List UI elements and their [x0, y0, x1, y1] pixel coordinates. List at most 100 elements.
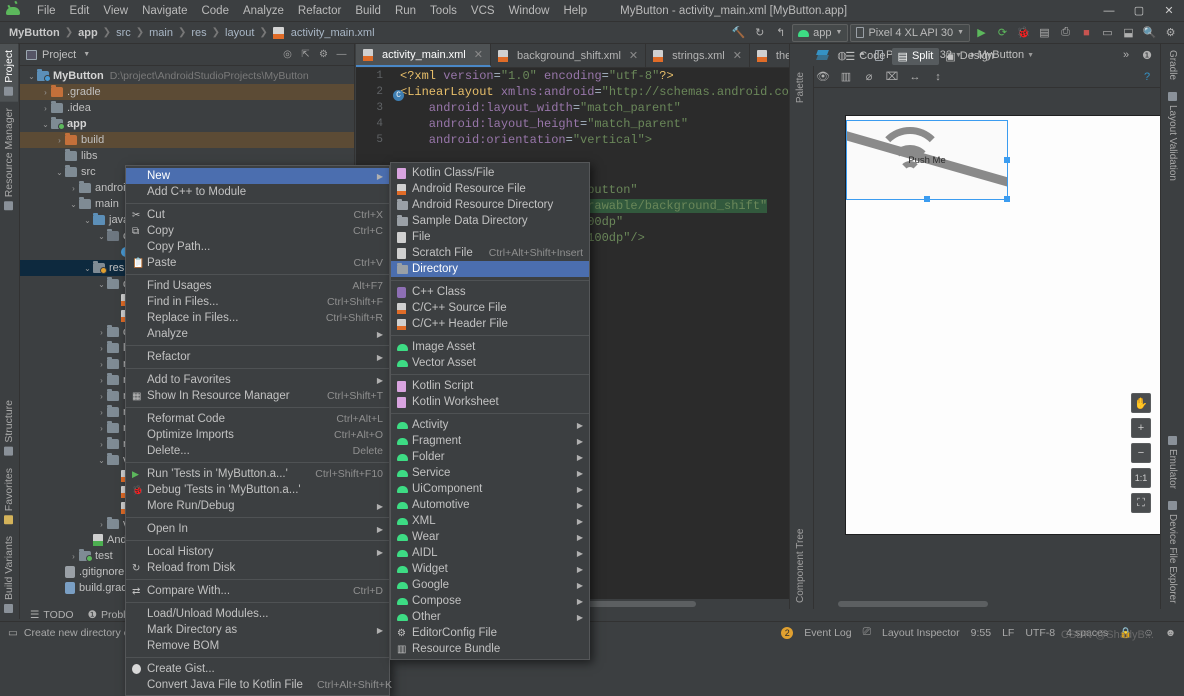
- menu-item-compose[interactable]: Compose▶: [391, 593, 589, 609]
- file-encoding[interactable]: UTF-8: [1025, 627, 1055, 639]
- menu-item-find-in-files[interactable]: Find in Files...Ctrl+Shift+F: [126, 294, 389, 310]
- menu-item-debug-tests-in-mybutton-a[interactable]: 🐞Debug 'Tests in 'MyButton.a...': [126, 482, 389, 498]
- breadcrumb-mybutton[interactable]: MyButton: [6, 27, 63, 39]
- chevron-right-icon[interactable]: ›: [40, 88, 51, 97]
- breadcrumb-src[interactable]: src: [113, 27, 134, 39]
- attach-debugger-icon[interactable]: ⎙: [1056, 23, 1075, 42]
- pan-tool-icon[interactable]: ✋: [1131, 393, 1151, 413]
- menu-item-find-usages[interactable]: Find UsagesAlt+F7: [126, 278, 389, 294]
- bottom-tab-todo[interactable]: ☰ TODO: [30, 609, 74, 621]
- overflow-icon[interactable]: »: [1119, 48, 1133, 62]
- menu-item-file[interactable]: File: [391, 229, 589, 245]
- menu-item-copy-path[interactable]: Copy Path...: [126, 239, 389, 255]
- menu-item-c-c-source-file[interactable]: C/C++ Source File: [391, 300, 589, 316]
- menu-item-uicomponent[interactable]: UiComponent▶: [391, 481, 589, 497]
- apply-changes-icon[interactable]: ⟳: [993, 23, 1012, 42]
- zoom-fit-button[interactable]: ⛶: [1131, 493, 1151, 513]
- menu-item-automotive[interactable]: Automotive▶: [391, 497, 589, 513]
- minimize-button[interactable]: —: [1094, 0, 1124, 22]
- context-menu[interactable]: New▶Add C++ to Module✂CutCtrl+X⧉CopyCtrl…: [125, 165, 390, 696]
- menu-item-c-c-header-file[interactable]: C/C++ Header File: [391, 316, 589, 332]
- stop-button[interactable]: ■: [1077, 23, 1096, 42]
- menu-vcs[interactable]: VCS: [464, 2, 502, 20]
- palette-tab[interactable]: Palette: [790, 66, 811, 109]
- sdk-manager-icon[interactable]: ⬓: [1119, 23, 1138, 42]
- chevron-down-icon[interactable]: ⌄: [82, 216, 93, 225]
- menu-item-service[interactable]: Service▶: [391, 465, 589, 481]
- menu-item-replace-in-files[interactable]: Replace in Files...Ctrl+Shift+R: [126, 310, 389, 326]
- menu-item-image-asset[interactable]: Image Asset: [391, 339, 589, 355]
- menu-run[interactable]: Run: [388, 2, 423, 20]
- sidebar-item-favorites[interactable]: Favorites: [0, 462, 18, 530]
- menu-item-sample-data-directory[interactable]: Sample Data Directory: [391, 213, 589, 229]
- line-separator[interactable]: LF: [1002, 627, 1014, 639]
- gear-icon[interactable]: ⚙: [316, 47, 331, 62]
- menu-item-more-run-debug[interactable]: More Run/Debug▶: [126, 498, 389, 514]
- menu-help[interactable]: Help: [556, 2, 594, 20]
- menu-item-copy[interactable]: ⧉CopyCtrl+C: [126, 223, 389, 239]
- caret-position[interactable]: 9:55: [971, 627, 991, 639]
- menu-item-directory[interactable]: Directory: [391, 261, 589, 277]
- resize-handle-right[interactable]: [1004, 157, 1010, 163]
- breadcrumb-main[interactable]: main: [146, 27, 176, 39]
- device-selector[interactable]: Pixel 4 XL API 30 ▼: [850, 24, 970, 42]
- menu-item-wear[interactable]: Wear▶: [391, 529, 589, 545]
- menu-item-show-in-resource-manager[interactable]: ▦Show In Resource ManagerCtrl+Shift+T: [126, 388, 389, 404]
- tree-node[interactable]: ›.gradle: [20, 84, 354, 100]
- menu-item-run-tests-in-mybutton-a[interactable]: ▶Run 'Tests in 'MyButton.a...'Ctrl+Shift…: [126, 466, 389, 482]
- chevron-right-icon[interactable]: ›: [68, 184, 79, 193]
- menu-item-kotlin-worksheet[interactable]: Kotlin Worksheet: [391, 394, 589, 410]
- menu-item-paste[interactable]: 📋PasteCtrl+V: [126, 255, 389, 271]
- menu-item-android-resource-directory[interactable]: Android Resource Directory: [391, 197, 589, 213]
- scrollbar-thumb[interactable]: [838, 601, 988, 607]
- design-canvas[interactable]: Push Me ✋ + − 1:1 ⛶: [814, 88, 1160, 609]
- chevron-down-icon[interactable]: ⌄: [26, 72, 37, 81]
- menu-item-kotlin-script[interactable]: Kotlin Script: [391, 378, 589, 394]
- menu-item-reload-from-disk[interactable]: ↻Reload from Disk: [126, 560, 389, 576]
- menu-item-c-class[interactable]: C++ Class: [391, 284, 589, 300]
- menu-item-editorconfig-file[interactable]: ⚙EditorConfig File: [391, 625, 589, 641]
- resize-handle-bottom[interactable]: [924, 196, 930, 202]
- close-tab-icon[interactable]: ✕: [474, 48, 483, 61]
- new-submenu[interactable]: Kotlin Class/FileAndroid Resource FileAn…: [390, 162, 590, 660]
- menu-item-refactor[interactable]: Refactor▶: [126, 349, 389, 365]
- search-icon[interactable]: 🔍: [1140, 23, 1159, 42]
- sidebar-item-structure[interactable]: Structure: [0, 394, 18, 462]
- menu-item-compare-with[interactable]: ⇄Compare With...Ctrl+D: [126, 583, 389, 599]
- chevron-right-icon[interactable]: ›: [40, 104, 51, 113]
- editor-tab[interactable]: activity_main.xml✕: [356, 44, 491, 67]
- close-tab-icon[interactable]: ✕: [733, 49, 742, 62]
- debug-button[interactable]: 🐞: [1014, 23, 1033, 42]
- sidebar-item-layout-validation[interactable]: Layout Validation: [1161, 86, 1184, 187]
- clear-constraints-icon[interactable]: ⌧: [885, 70, 899, 84]
- gutter-marker-icon[interactable]: C: [393, 90, 404, 101]
- profile-icon[interactable]: ▤: [1035, 23, 1054, 42]
- settings-gear-icon[interactable]: ⚙: [1161, 23, 1180, 42]
- menu-view[interactable]: View: [96, 2, 135, 20]
- menu-item-aidl[interactable]: AIDL▶: [391, 545, 589, 561]
- chevron-down-icon[interactable]: ⌄: [68, 200, 79, 209]
- avd-manager-icon[interactable]: ▭: [1098, 23, 1117, 42]
- target-icon[interactable]: ◎: [280, 47, 295, 62]
- menu-item-delete[interactable]: Delete...Delete: [126, 443, 389, 459]
- resize-handle-bottom-right[interactable]: [1004, 196, 1010, 202]
- design-surface-icon[interactable]: [816, 50, 829, 61]
- sidebar-item-resource-manager[interactable]: Resource Manager: [0, 102, 18, 216]
- menu-build[interactable]: Build: [348, 2, 388, 20]
- menu-item-add-to-favorites[interactable]: Add to Favorites▶: [126, 372, 389, 388]
- warning-icon[interactable]: ❶: [1140, 48, 1154, 62]
- canvas-horizontal-scrollbar[interactable]: [838, 599, 1144, 608]
- menu-window[interactable]: Window: [502, 2, 557, 20]
- layout-inspector-button[interactable]: Layout Inspector: [882, 627, 960, 639]
- menu-item-android-resource-file[interactable]: Android Resource File: [391, 181, 589, 197]
- hide-icon[interactable]: —: [334, 47, 349, 62]
- chevron-right-icon[interactable]: ›: [96, 392, 107, 401]
- chevron-right-icon[interactable]: ›: [96, 408, 107, 417]
- menu-item-reformat-code[interactable]: Reformat CodeCtrl+Alt+L: [126, 411, 389, 427]
- sidebar-item-project[interactable]: Project: [0, 44, 18, 102]
- chevron-down-icon[interactable]: ⌄: [54, 168, 65, 177]
- chevron-right-icon[interactable]: ›: [96, 328, 107, 337]
- chevron-down-icon[interactable]: ⌄: [40, 120, 51, 129]
- horizontal-align-icon[interactable]: ↔: [908, 70, 922, 84]
- vertical-align-icon[interactable]: ↕: [931, 70, 945, 84]
